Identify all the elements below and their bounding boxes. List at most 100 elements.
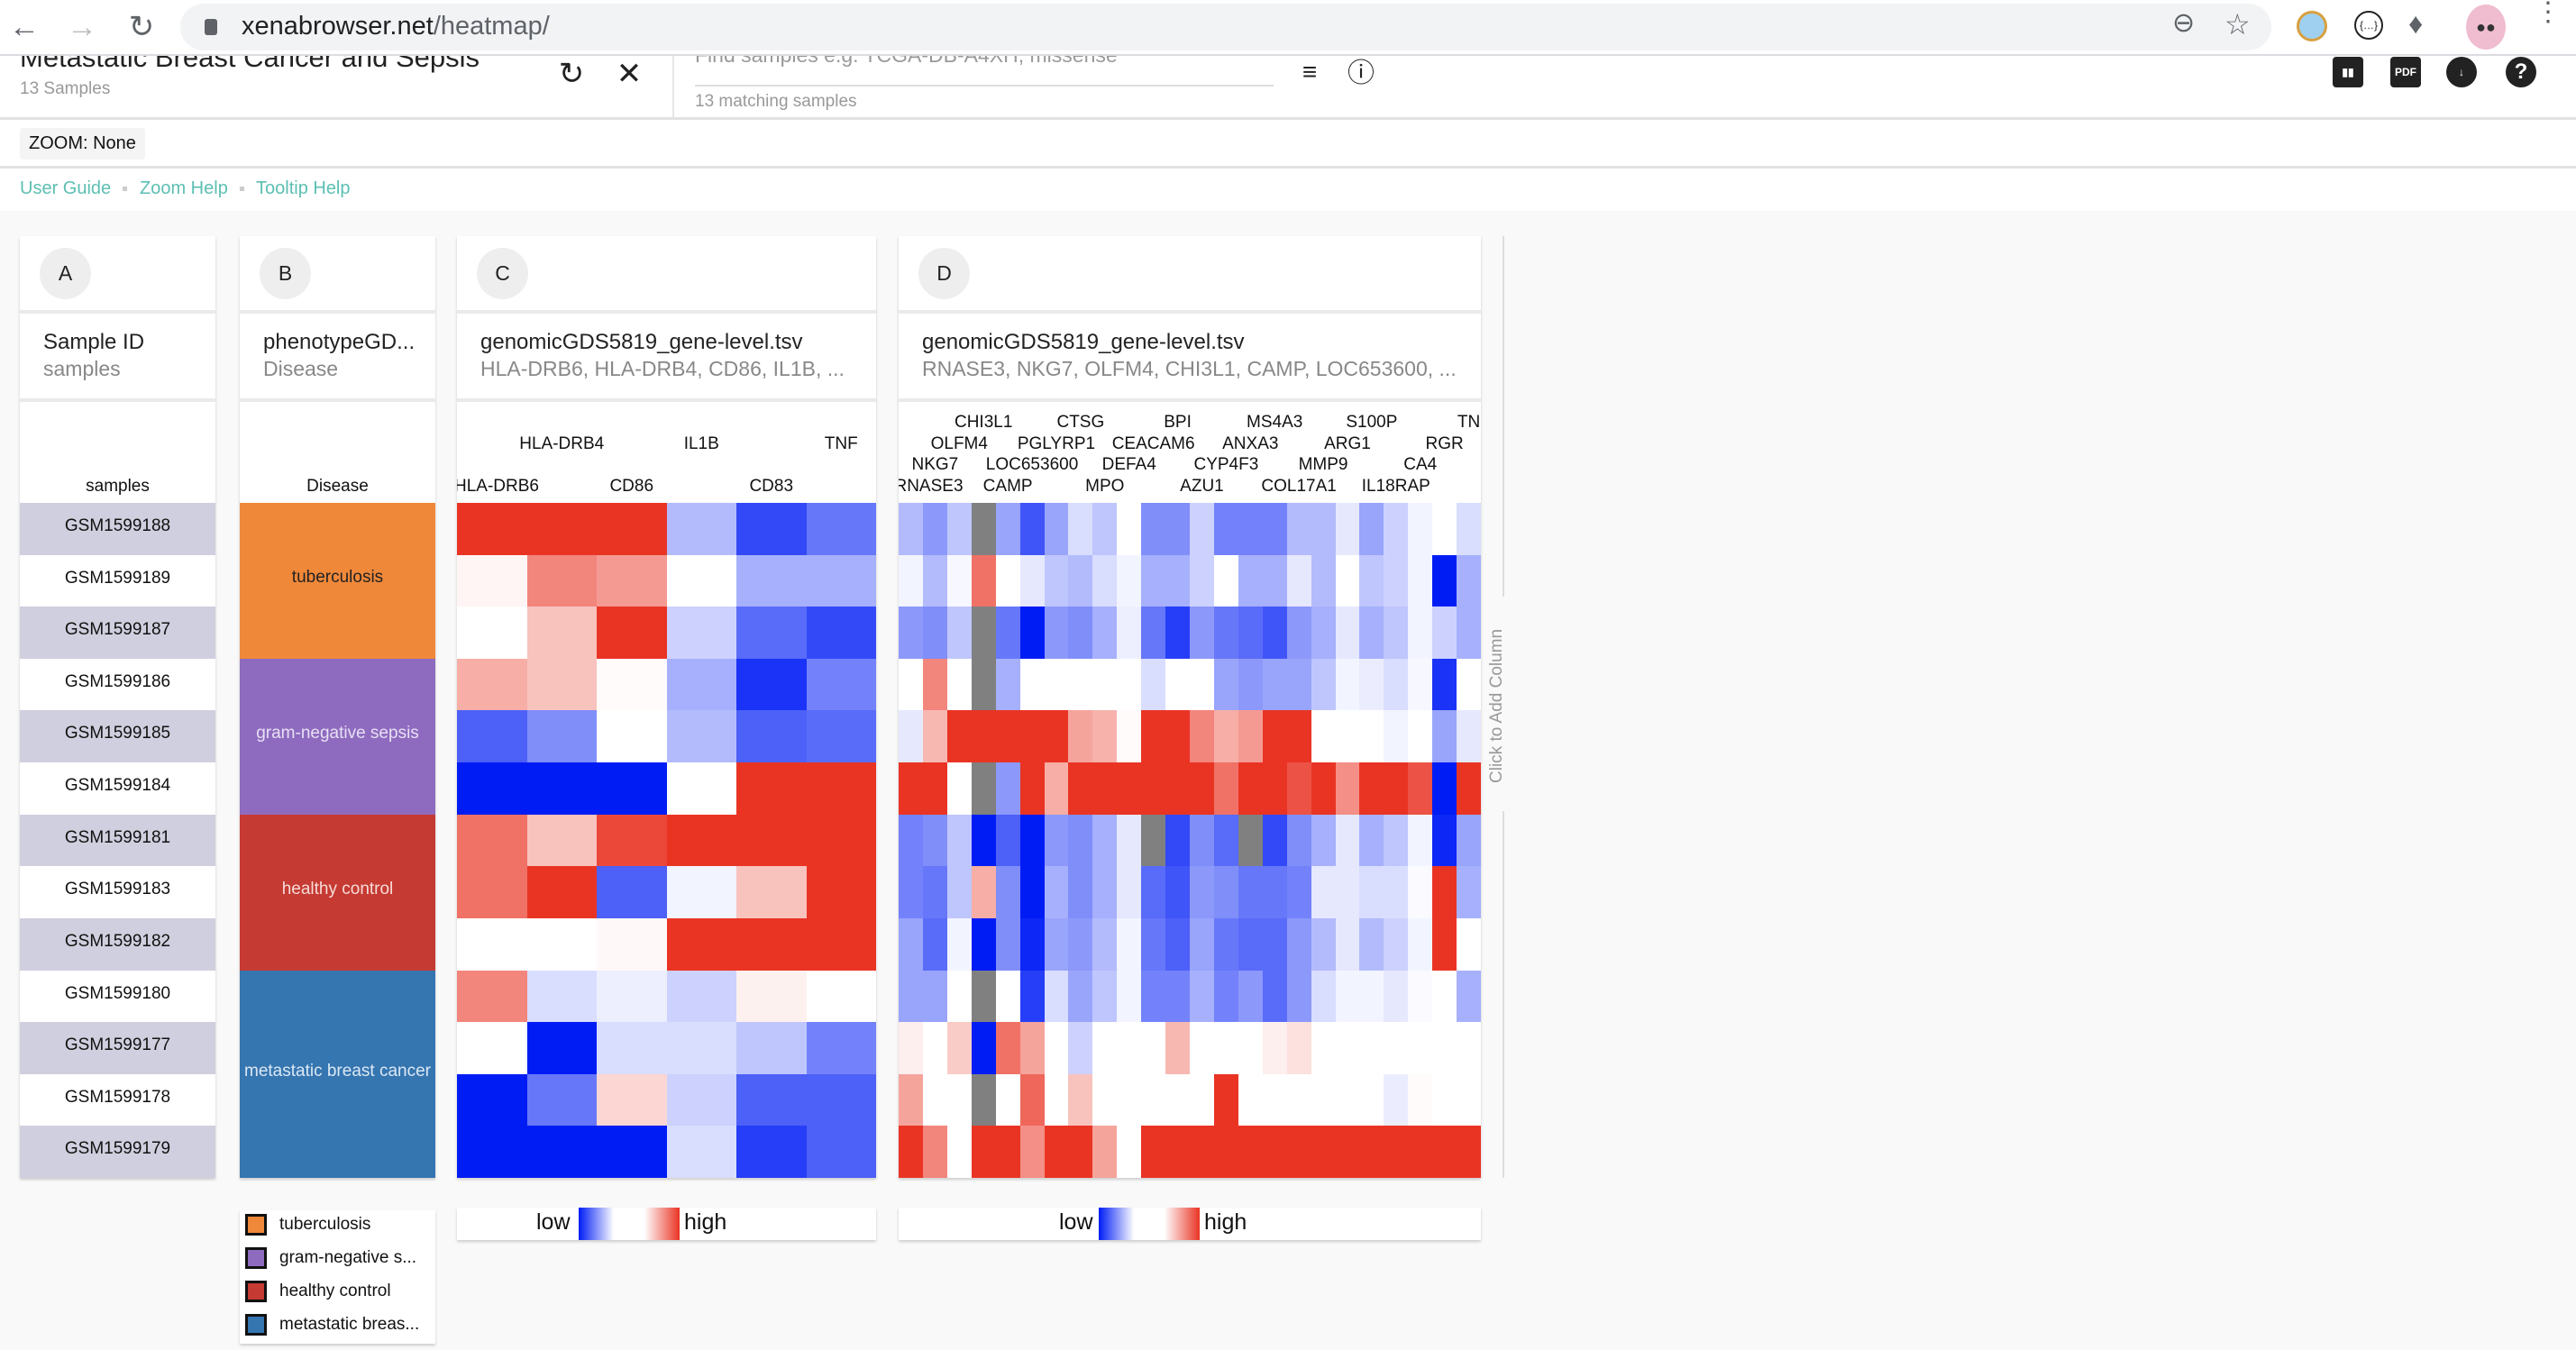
- heatmap-cell[interactable]: [995, 970, 1021, 1023]
- star-icon[interactable]: ☆: [2224, 7, 2251, 41]
- heatmap-cell[interactable]: [1408, 1126, 1433, 1178]
- heatmap-cell[interactable]: [1408, 658, 1433, 711]
- heatmap-cell[interactable]: [1044, 607, 1069, 660]
- sample-row[interactable]: GSM1599188: [20, 503, 215, 555]
- heatmap-cell[interactable]: [971, 970, 997, 1023]
- heatmap-cell[interactable]: [971, 917, 997, 971]
- heatmap-cell[interactable]: [1286, 814, 1312, 867]
- heatmap-cell[interactable]: [1213, 658, 1239, 711]
- heatmap-cell[interactable]: [1238, 710, 1264, 763]
- heatmap-cell[interactable]: [1457, 866, 1481, 919]
- heatmap-cell[interactable]: [1165, 762, 1191, 816]
- heatmap-cell[interactable]: [666, 1073, 737, 1127]
- heatmap-cell[interactable]: [736, 866, 807, 919]
- heatmap-cell[interactable]: [526, 866, 598, 919]
- user-guide-link[interactable]: User Guide: [20, 178, 111, 199]
- add-column-button[interactable]: Click to Add Column: [1487, 625, 1514, 787]
- heatmap-cell[interactable]: [1408, 814, 1433, 867]
- heatmap-cell[interactable]: [1335, 710, 1360, 763]
- heatmap-cell[interactable]: [1238, 503, 1264, 556]
- sample-row[interactable]: GSM1599186: [20, 658, 215, 711]
- heatmap-cell[interactable]: [946, 814, 973, 867]
- heatmap-cell[interactable]: [1262, 762, 1288, 816]
- heatmap-cell[interactable]: [1141, 607, 1166, 660]
- heatmap-cell[interactable]: [1238, 554, 1264, 607]
- heatmap-cell[interactable]: [899, 1022, 924, 1075]
- heatmap-cell[interactable]: [1190, 970, 1215, 1023]
- heatmap-cell[interactable]: [1432, 554, 1457, 607]
- heatmap-cell[interactable]: [1044, 762, 1069, 816]
- heatmap-cell[interactable]: [526, 1126, 598, 1178]
- back-icon[interactable]: ←: [5, 7, 44, 47]
- heatmap-cell[interactable]: [1457, 1022, 1481, 1075]
- heatmap-cell[interactable]: [1408, 710, 1433, 763]
- sample-row[interactable]: GSM1599177: [20, 1022, 215, 1074]
- heatmap-cell[interactable]: [666, 970, 737, 1023]
- heatmap-cell[interactable]: [806, 814, 876, 867]
- heatmap-cell[interactable]: [736, 970, 807, 1023]
- heatmap-cell[interactable]: [1165, 814, 1191, 867]
- heatmap-cell[interactable]: [1408, 970, 1433, 1023]
- heatmap-cell[interactable]: [1213, 1126, 1239, 1178]
- heatmap-cell[interactable]: [1117, 814, 1142, 867]
- heatmap-cell[interactable]: [736, 917, 807, 971]
- heatmap-cell[interactable]: [806, 503, 876, 556]
- heatmap-cell[interactable]: [1141, 866, 1166, 919]
- heatmap-cell[interactable]: [597, 1126, 667, 1178]
- help-circle-icon[interactable]: ⓘ: [1341, 56, 1381, 92]
- heatmap-cell[interactable]: [1117, 503, 1142, 556]
- heatmap-cell[interactable]: [806, 1126, 876, 1178]
- heatmap-cell[interactable]: [1238, 917, 1264, 971]
- heatmap-cell[interactable]: [1044, 658, 1069, 711]
- heatmap-cell[interactable]: [597, 1022, 667, 1075]
- heatmap-cell[interactable]: [1092, 970, 1118, 1023]
- heatmap-cell[interactable]: [1286, 710, 1312, 763]
- column-letter-b[interactable]: B: [260, 248, 311, 299]
- heatmap-cell[interactable]: [1092, 554, 1118, 607]
- heatmap-cell[interactable]: [899, 814, 924, 867]
- heatmap-cell[interactable]: [597, 917, 667, 971]
- heatmap-cell[interactable]: [971, 658, 997, 711]
- heatmap-cell[interactable]: [995, 607, 1021, 660]
- heatmap-cell[interactable]: [995, 658, 1021, 711]
- heatmap-cell[interactable]: [457, 1022, 527, 1075]
- heatmap-cell[interactable]: [1190, 554, 1215, 607]
- heatmap-cell[interactable]: [1432, 866, 1457, 919]
- column-letter-a[interactable]: A: [40, 248, 91, 299]
- heatmap-cell[interactable]: [666, 1126, 737, 1178]
- heatmap-cell[interactable]: [1311, 1073, 1336, 1127]
- heatmap-cell[interactable]: [666, 710, 737, 763]
- heatmap-cell[interactable]: [1311, 554, 1336, 607]
- phenotype-block[interactable]: healthy control: [240, 814, 435, 971]
- heatmap-cell[interactable]: [1311, 814, 1336, 867]
- heatmap-cell[interactable]: [1384, 917, 1409, 971]
- heatmap-cell[interactable]: [1335, 607, 1360, 660]
- heatmap-cell[interactable]: [1359, 1022, 1384, 1075]
- heatmap-cell[interactable]: [1141, 917, 1166, 971]
- url-text[interactable]: xenabrowser.net/heatmap/: [242, 12, 550, 41]
- heatmap-cell[interactable]: [1213, 917, 1239, 971]
- heatmap-cell[interactable]: [1117, 658, 1142, 711]
- heatmap-cell[interactable]: [526, 814, 598, 867]
- heatmap-cell[interactable]: [1311, 866, 1336, 919]
- heatmap-cell[interactable]: [1262, 710, 1288, 763]
- heatmap-cell[interactable]: [1068, 607, 1093, 660]
- heatmap-cell[interactable]: [1068, 710, 1093, 763]
- heatmap-cell[interactable]: [1092, 658, 1118, 711]
- heatmap-cell[interactable]: [526, 554, 598, 607]
- heatmap-cell[interactable]: [1117, 866, 1142, 919]
- heatmap-cell[interactable]: [1092, 710, 1118, 763]
- heatmap-cell[interactable]: [597, 554, 667, 607]
- heatmap-cell[interactable]: [946, 607, 973, 660]
- heatmap-cell[interactable]: [1068, 503, 1093, 556]
- heatmap-cell[interactable]: [597, 866, 667, 919]
- sample-row[interactable]: GSM1599179: [20, 1126, 215, 1178]
- heatmap-cell[interactable]: [1141, 503, 1166, 556]
- heatmap-cell[interactable]: [995, 866, 1021, 919]
- gene-heatmap[interactable]: [899, 503, 1481, 1178]
- heatmap-cell[interactable]: [1311, 503, 1336, 556]
- heatmap-cell[interactable]: [1044, 710, 1069, 763]
- heatmap-cell[interactable]: [922, 814, 948, 867]
- heatmap-cell[interactable]: [1238, 1073, 1264, 1127]
- heatmap-cell[interactable]: [526, 1073, 598, 1127]
